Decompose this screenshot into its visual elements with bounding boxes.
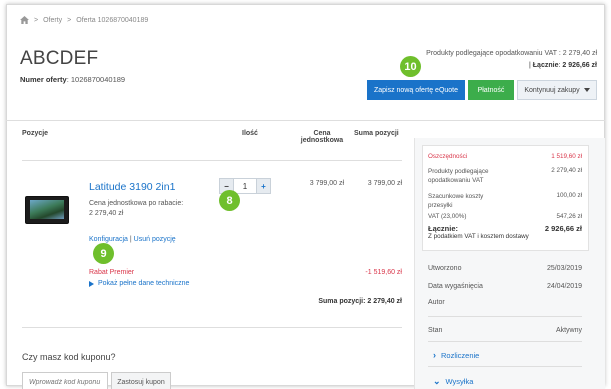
coupon-question: Czy masz kod kuponu? [22, 352, 116, 362]
offer-number-value: 1026870040189 [70, 75, 126, 84]
author-label: Autor [428, 299, 445, 306]
summary-total-text: Łącznie: Z podatkiem VAT i kosztem dostaw… [428, 224, 529, 240]
shipping-toggle[interactable]: ⌄ Wysyłka [433, 376, 473, 387]
billing-toggle[interactable]: › Rozliczenie [433, 350, 479, 360]
created-row: Utworzono 25/03/2019 [428, 265, 582, 272]
breadcrumb-item-offers[interactable]: Oferty [43, 17, 62, 24]
quantity-increase-button[interactable]: + [256, 178, 271, 194]
summary-vat-products-row: Produkty podlegające opodatkowaniu VAT 2 … [428, 167, 582, 185]
shipping-link: Wysyłka [445, 377, 474, 386]
unit-price: 3 799,00 zł [309, 180, 344, 187]
vat-products-summary: Produkty podlegające opodatkowaniu VAT :… [426, 50, 597, 57]
column-header-line-total: Suma pozycji [354, 130, 399, 137]
savings-label: Oszczędności [428, 153, 468, 160]
page-title: ABCDEF [20, 48, 99, 69]
apply-coupon-button[interactable]: Zastosuj kupon [111, 372, 171, 389]
divider [22, 327, 402, 328]
promo-label: Rabat Premier [89, 269, 135, 276]
summary-total-value: 2 926,66 zł [544, 224, 582, 233]
offer-number-label: Numer oferty [20, 75, 67, 84]
line-total: 3 799,00 zł [367, 180, 402, 187]
vat-label: VAT (23,00%) [428, 213, 467, 220]
expires-value: 24/04/2019 [546, 283, 582, 290]
shipping-label: Szacunkowe koszty przesyłki [428, 193, 484, 209]
chevron-down-icon: ⌄ [433, 376, 441, 386]
divider [428, 341, 582, 342]
play-right-icon [89, 280, 94, 287]
annotation-badge-8: 8 [219, 190, 240, 211]
coupon-input[interactable] [22, 372, 108, 389]
column-header-unit-price-line2: jednostkowa [300, 137, 344, 144]
offer-number: Numer oferty: 1026870040189 [20, 75, 126, 84]
created-label: Utworzono [428, 265, 462, 272]
chevron-right-icon: › [433, 350, 436, 360]
promo-value: -1 519,60 zł [365, 269, 402, 276]
summary-shipping-row: Szacunkowe koszty przesyłki 100,00 zł [428, 192, 582, 210]
summary-savings-row: Oszczędności 1 519,60 zł [428, 153, 582, 160]
product-links: Konfiguracja | Usuń pozycję [89, 236, 176, 243]
divider [428, 316, 582, 317]
payment-button[interactable]: Płatność [468, 80, 514, 100]
author-row: Autor [428, 299, 582, 306]
summary-total-note: Z podatkiem VAT i kosztem dostawy [428, 233, 529, 240]
vat-products-value: 2 279,40 zł [551, 167, 582, 174]
product-image[interactable] [25, 196, 69, 224]
shipping-value: 100,00 zł [556, 192, 582, 199]
product-name-link[interactable]: Latitude 3190 2in1 [89, 181, 175, 193]
billing-link: Rozliczenie [441, 350, 480, 360]
total-value: 2 926,66 zł [562, 62, 597, 69]
breadcrumb: > Oferty > Oferta 1026870040189 [20, 16, 148, 24]
column-header-unit-price: Cena jednostkowa [300, 130, 344, 144]
total-label: Łącznie [532, 62, 559, 69]
link-separator: | [129, 236, 132, 243]
column-header-unit-price-line1: Cena [313, 130, 331, 137]
expires-row: Data wygaśnięcia 24/04/2019 [428, 283, 582, 290]
discount-price-value: 2 279,40 zł [89, 210, 124, 217]
annotation-badge-10: 10 [400, 56, 421, 77]
quantity-input[interactable]: 1 [234, 178, 256, 194]
subtotal: Suma pozycji: 2 279,40 zł [318, 298, 402, 305]
summary-vat-row: VAT (23,00%) 547,26 zł [428, 213, 582, 220]
annotation-badge-9: 9 [93, 243, 114, 264]
column-header-qty: Ilość [242, 130, 258, 137]
divider [6, 120, 605, 121]
column-header-items: Pozycje [22, 130, 49, 137]
save-equote-button[interactable]: Zapisz nową ofertę eQuote [367, 80, 465, 100]
status-row: Stan Aktywny [428, 327, 582, 334]
breadcrumb-separator: > [34, 16, 39, 24]
caret-down-icon [583, 88, 590, 92]
continue-shopping-label: Kontynuuj zakupy [524, 86, 580, 94]
summary-total-row: Łącznie: Z podatkiem VAT i kosztem dostaw… [428, 224, 582, 240]
vat-products-label: Produkty podlegające opodatkowaniu VAT [428, 168, 489, 184]
status-label: Stan [428, 327, 443, 334]
product-image-screen [30, 200, 64, 219]
configuration-link[interactable]: Konfiguracja [89, 236, 128, 243]
summary-total-label: Łącznie: [428, 224, 459, 233]
continue-shopping-button[interactable]: Kontynuuj zakupy [517, 80, 597, 100]
breadcrumb-item-offer: Oferta 1026870040189 [76, 16, 149, 24]
status-value: Aktywny [555, 327, 582, 334]
show-specs-link[interactable]: Pokaż pełne dane techniczne [98, 280, 189, 287]
divider [428, 366, 582, 367]
home-icon[interactable] [20, 16, 29, 24]
breadcrumb-separator: > [67, 16, 72, 24]
expires-label: Data wygaśnięcia [428, 283, 483, 290]
show-specs[interactable]: Pokaż pełne dane techniczne [89, 280, 189, 287]
savings-value: 1 519,60 zł [551, 153, 582, 160]
vat-value: 547,26 zł [556, 213, 582, 220]
total-summary: | Łącznie: 2 926,66 zł [529, 62, 597, 69]
divider [22, 160, 402, 161]
remove-item-link[interactable]: Usuń pozycję [134, 236, 176, 243]
discount-price-label: Cena jednostkowa po rabacie: [89, 200, 184, 207]
created-value: 25/03/2019 [546, 265, 582, 272]
